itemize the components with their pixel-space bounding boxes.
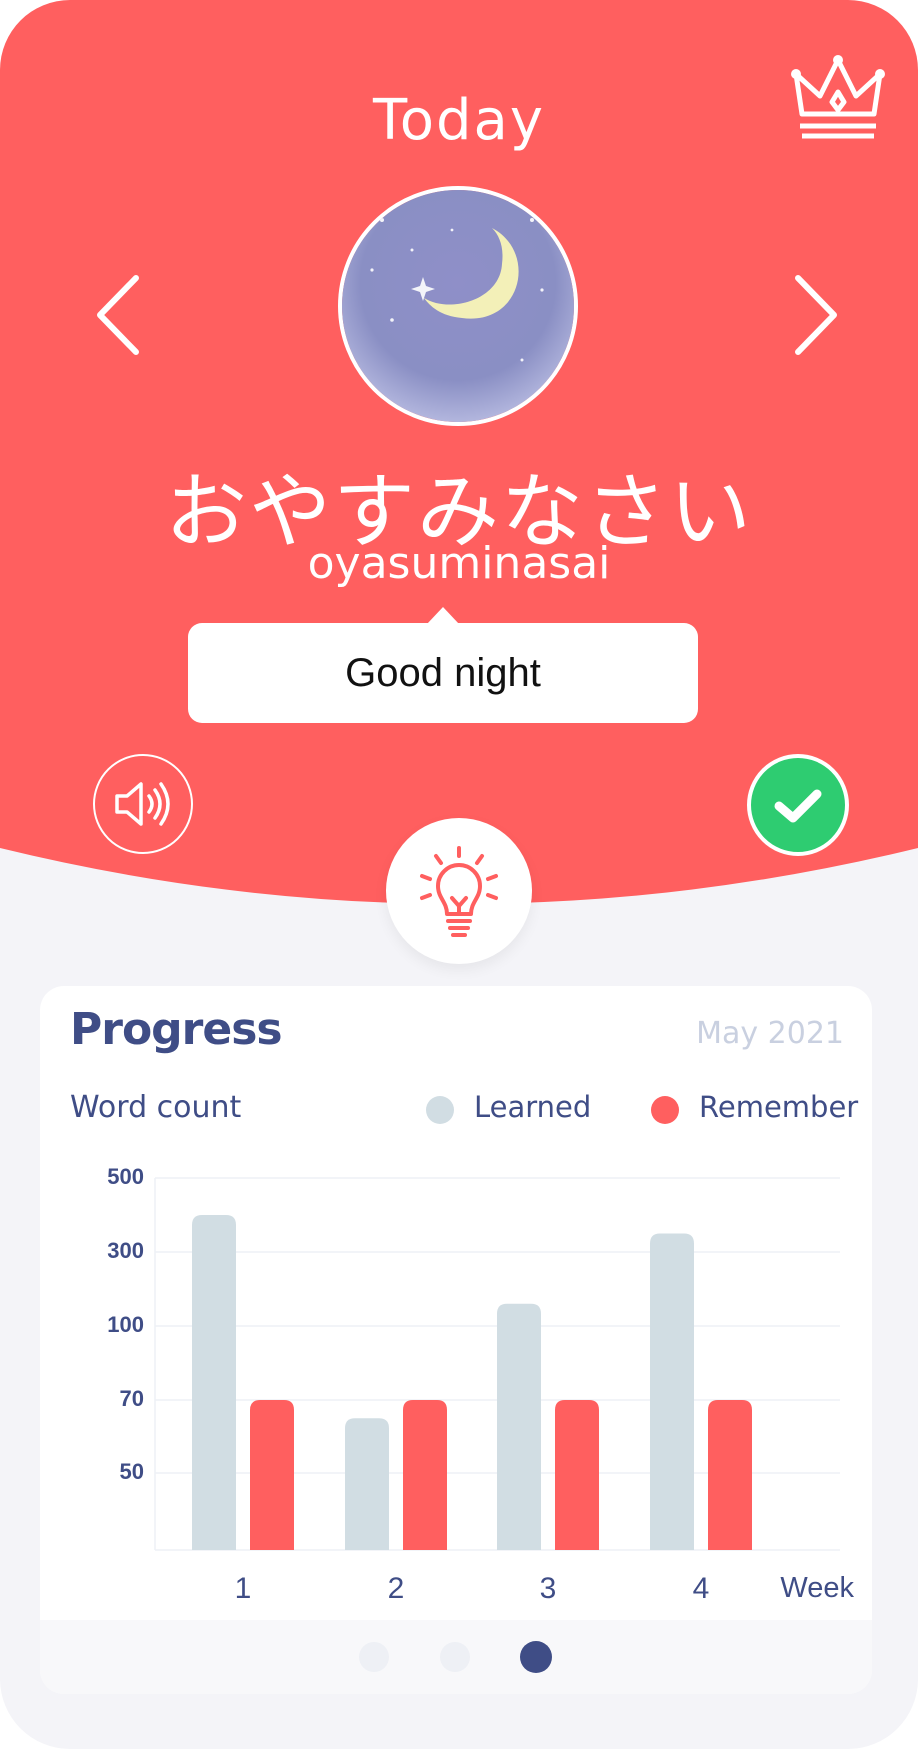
translation-pointer [427, 607, 459, 624]
speaker-button[interactable] [93, 754, 193, 854]
bar-learned-week-2 [345, 1418, 389, 1550]
y-tick-label: 70 [120, 1386, 144, 1411]
chevron-left-icon[interactable] [90, 270, 150, 360]
bar-remember-week-4 [708, 1400, 752, 1550]
progress-bar-chart: 500 300 100 70 50 1 2 3 4 Week [107, 1164, 854, 1605]
legend-learned-label: Learned [474, 1090, 592, 1124]
bar-remember-week-1 [250, 1400, 294, 1550]
bar-learned-week-3 [497, 1303, 541, 1550]
progress-date: May 2021 [696, 1016, 844, 1051]
x-axis-label: Week [780, 1572, 854, 1604]
y-tick-label: 50 [120, 1459, 144, 1484]
speaker-icon [115, 782, 170, 826]
bar-remember-week-2 [403, 1400, 447, 1550]
bar-learned-week-4 [650, 1233, 694, 1550]
lightbulb-icon [420, 846, 498, 937]
x-tick-label: 3 [540, 1572, 557, 1605]
bar-remember-week-3 [555, 1400, 599, 1550]
moon-icon [342, 190, 574, 422]
chevron-right-icon[interactable] [784, 270, 844, 360]
check-icon [774, 789, 822, 823]
crown-icon[interactable] [790, 52, 886, 142]
word-romaji: oyasuminasai [307, 538, 611, 589]
legend-remember-label: Remember [699, 1090, 859, 1124]
bar-learned-week-1 [192, 1215, 236, 1550]
chart-subtitle: Word count [70, 1090, 242, 1125]
hint-button[interactable] [386, 818, 532, 964]
word-illustration [338, 186, 578, 426]
x-tick-label: 1 [235, 1572, 252, 1605]
pagination-dot[interactable] [440, 1642, 470, 1672]
translation-bubble: Good night [188, 623, 698, 723]
legend-learned-swatch [426, 1096, 454, 1124]
phone-screen: Today おやすみなさい oyasuminasai Good night Pr… [0, 0, 918, 1749]
y-tick-label: 100 [107, 1312, 144, 1337]
pagination-dots [0, 1640, 918, 1676]
mark-learned-button[interactable] [747, 754, 849, 856]
y-tick-label: 300 [107, 1238, 144, 1263]
legend-remember-swatch [651, 1096, 679, 1124]
progress-title: Progress [70, 1004, 283, 1055]
page-title: Today [373, 88, 545, 153]
x-tick-label: 2 [388, 1572, 405, 1605]
pagination-dot[interactable] [359, 1642, 389, 1672]
y-tick-label: 500 [107, 1164, 144, 1189]
x-tick-label: 4 [693, 1572, 710, 1605]
pagination-dot[interactable] [520, 1641, 552, 1673]
